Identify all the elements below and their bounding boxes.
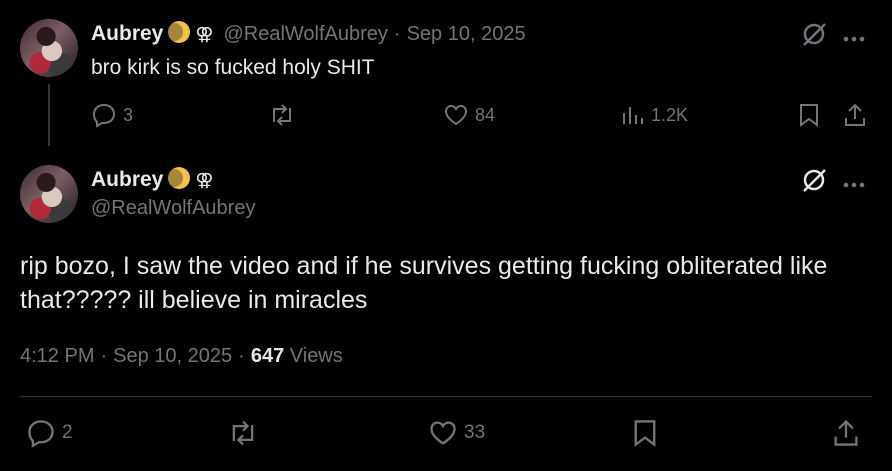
main-header: Aubrey ⚢ (91, 166, 213, 194)
tweet-text: bro kirk is so fucked holy SHIT (91, 56, 375, 79)
tweet-meta: 4:12 PM · Sep 10, 2025 · 647 Views (20, 345, 343, 368)
moon-badge-icon (165, 166, 191, 195)
share-icon (845, 103, 865, 126)
retweet-icon (273, 104, 291, 126)
reply-count: 2 (62, 422, 73, 443)
handle[interactable]: @RealWolfAubrey (223, 23, 387, 46)
grok-icon[interactable] (800, 20, 828, 53)
like-button[interactable]: 33 (428, 418, 485, 448)
views-button[interactable]: 1.2K (621, 102, 688, 128)
views-count: 1.2K (651, 104, 689, 125)
views-icon (623, 107, 643, 124)
reply-count: 3 (123, 104, 134, 125)
bookmark-button[interactable] (631, 418, 659, 448)
like-icon (430, 421, 456, 445)
separator: · (100, 345, 108, 367)
divider (20, 396, 872, 397)
like-count: 33 (464, 422, 486, 443)
reply-button[interactable]: 3 (91, 102, 133, 128)
more-icon[interactable] (842, 30, 866, 48)
moon-badge-icon (165, 20, 191, 49)
display-name[interactable]: Aubrey (91, 22, 163, 46)
badge-symbol: ⚢ (195, 169, 214, 190)
bookmark-icon (634, 420, 656, 447)
timestamp[interactable]: Sep 10, 2025 (407, 23, 526, 46)
share-icon (834, 419, 858, 446)
parent-header: Aubrey ⚢ @RealWolfAubrey · Sep 10, 2025 (91, 20, 526, 48)
tweet-text: rip bozo, I saw the video and if he surv… (20, 252, 828, 314)
retweet-icon (232, 420, 254, 446)
retweet-button[interactable] (227, 418, 259, 448)
grok-icon[interactable] (800, 166, 828, 199)
badge-symbol: ⚢ (195, 23, 214, 44)
bookmark-button[interactable] (797, 102, 821, 128)
reply-button[interactable]: 2 (26, 418, 73, 448)
share-button[interactable] (842, 102, 868, 128)
tweet-time[interactable]: 4:12 PM (20, 345, 94, 368)
views-count: 647 (250, 345, 285, 367)
thread-line (48, 84, 50, 146)
handle[interactable]: @RealWolfAubrey (91, 197, 255, 220)
separator: · (238, 345, 245, 367)
more-icon[interactable] (842, 176, 866, 194)
reply-icon (28, 420, 54, 448)
like-count: 84 (475, 104, 496, 125)
like-button[interactable]: 84 (443, 102, 495, 128)
views-summary[interactable]: 647 Views (251, 345, 343, 368)
retweet-button[interactable] (268, 102, 296, 128)
views-label: Views (289, 345, 343, 367)
reply-icon (92, 103, 116, 128)
avatar[interactable] (20, 165, 78, 223)
like-icon (444, 104, 468, 126)
separator: · (393, 22, 401, 45)
avatar[interactable] (20, 19, 78, 77)
display-name[interactable]: Aubrey (91, 168, 163, 192)
bookmark-icon (800, 104, 818, 127)
tweet-date[interactable]: Sep 10, 2025 (113, 345, 232, 368)
share-button[interactable] (831, 418, 861, 448)
